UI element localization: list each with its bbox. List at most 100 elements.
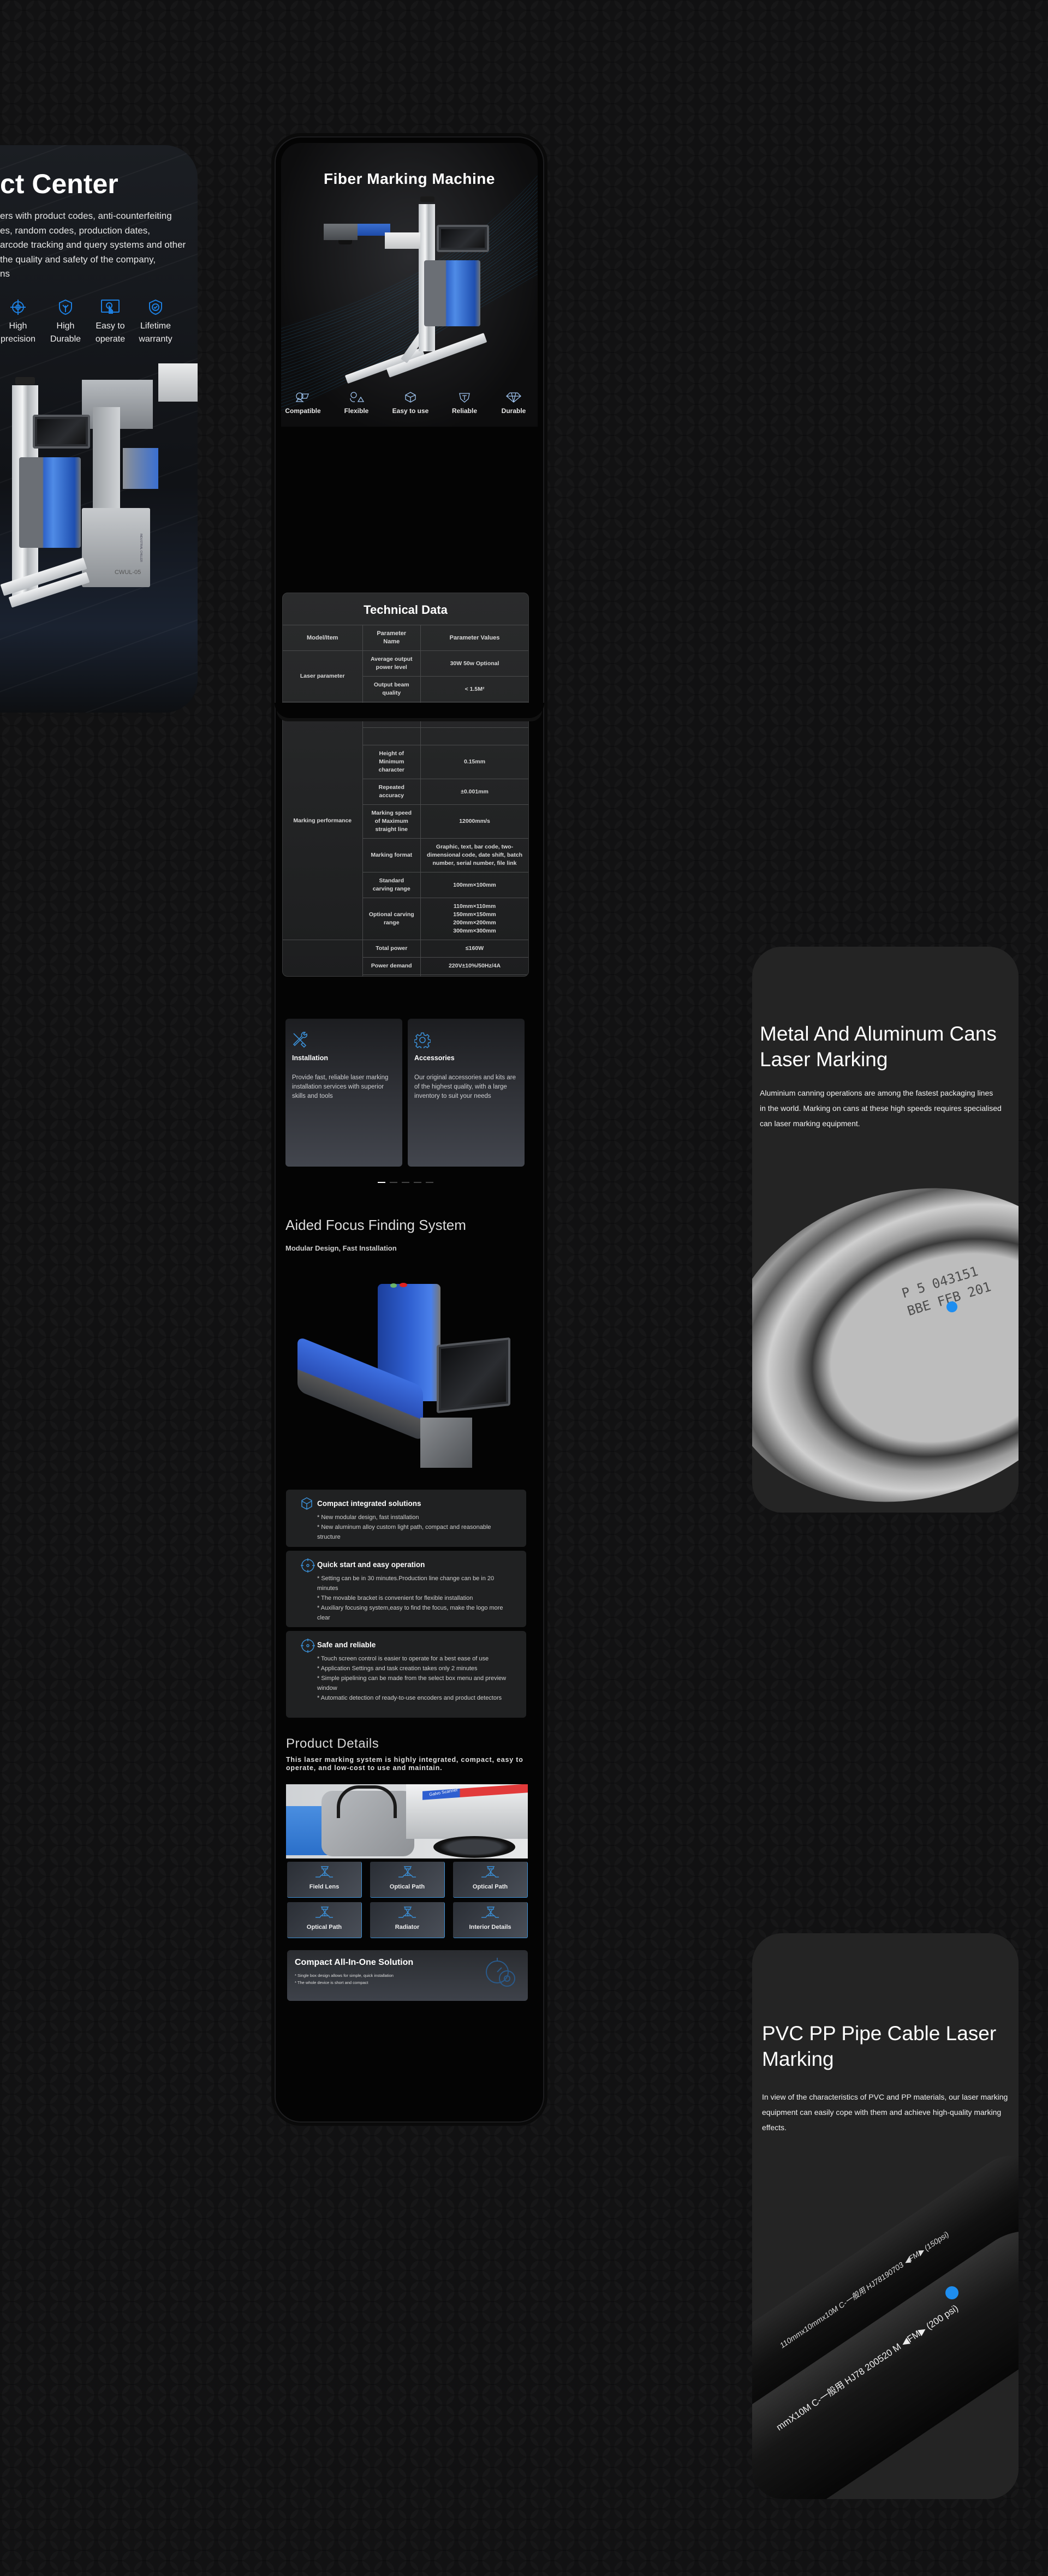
parameter-name-cell: Marking format [362, 838, 421, 872]
service-title: Accessories [414, 1054, 455, 1062]
hero-feature-compatible: Compatible [281, 392, 325, 416]
feature-card-safe: Safe and reliable * Touch screen control… [286, 1631, 526, 1718]
cube-icon [301, 1497, 312, 1510]
description-line: ers with product codes, anti-counterfeit… [0, 211, 172, 221]
details-description: This laser marking system is highly inte… [286, 1756, 523, 1772]
solution-title: Compact All-In-One Solution [295, 1958, 414, 1967]
cans-marking-card: Metal And Aluminum Cans Laser Marking Al… [752, 947, 1019, 1513]
wave-line [281, 270, 538, 408]
carousel-dot[interactable] [378, 1182, 385, 1183]
group-name-cell: Marking performance [283, 702, 363, 940]
card-title: Metal And Aluminum Cans Laser Marking [760, 1023, 997, 1071]
tile-label: Field Lens [309, 1884, 340, 1890]
cycle-shapes-icon [350, 392, 365, 402]
galvo-scanner-photo: Galvo Scanner [286, 1784, 528, 1858]
parameter-name-cell: Standard carving range [362, 872, 421, 898]
feature-title: Safe and reliable [317, 1641, 376, 1649]
tile-label: Optical Path [306, 1924, 342, 1930]
tile-label: Optical Path [472, 1884, 508, 1890]
carousel-pagination [378, 1182, 433, 1183]
solution-bullets: * Single box design allows for simple, q… [295, 1972, 394, 1986]
parameter-name-cell: Output beam quality [362, 676, 421, 702]
feature-bullet: * Simple pipelining can be made from the… [317, 1675, 507, 1692]
target-icon [301, 1639, 315, 1653]
chiller-side-label: INDUSTRIAL CHILLER [139, 533, 143, 563]
card-title: PVC PP Pipe Cable Laser Marking [762, 2022, 997, 2070]
parameter-name-cell: Marking speed of Maximum straight line [362, 804, 421, 839]
carousel-dot[interactable] [426, 1182, 433, 1183]
parameter-value-cell: 100mm×100mm [420, 872, 528, 898]
feature-bullet: * The movable bracket is convenient for … [317, 1595, 473, 1601]
service-card-installation[interactable]: Installation Provide fast, reliable lase… [285, 1019, 402, 1167]
crosshair-icon [10, 300, 26, 315]
product-center-card: ct Center ers with product codes, anti-c… [0, 145, 198, 713]
laser-beam-icon [315, 1906, 333, 1918]
hero-feature-reliable: Reliable [443, 392, 486, 416]
pipe-photo: 110mmx10mmx10M C-一般用 HJ78190703 ◀FM▶ (15… [752, 2155, 1019, 2499]
laser-beam-icon [398, 1866, 416, 1878]
group-name-cell: Laser parameter [283, 650, 363, 702]
gear-icon [414, 1032, 431, 1048]
chiller-model-label: CWUL-05 [115, 569, 141, 576]
parameter-name-cell: Cooling mode [362, 975, 421, 976]
carousel-dot[interactable] [402, 1182, 409, 1183]
wave-line [281, 207, 538, 355]
feature-bullet: * Setting can be in 30 minutes.Productio… [317, 1575, 495, 1592]
hero-feature-easy-to-use: Easy to use [389, 392, 432, 416]
feature-title: Quick start and easy operation [317, 1561, 425, 1569]
parameter-name-cell: Total power [362, 940, 421, 958]
hotspot-icon[interactable] [945, 2286, 958, 2299]
card-description: In view of the characteristics of PVC an… [762, 2093, 1008, 2132]
parameter-value-cell: ±0.001mm [420, 779, 528, 805]
parameter-value-cell: 0.15mm [420, 745, 528, 779]
detail-tile[interactable]: Radiator [370, 1902, 445, 1938]
detail-tile[interactable]: Optical Path [453, 1862, 528, 1898]
detail-tile[interactable]: Optical Path [287, 1902, 362, 1938]
feature-card-quick-start: Quick start and easy operation * Setting… [286, 1551, 526, 1627]
group-name-cell: Physical features [283, 940, 363, 976]
feature-bullet: * New aluminum alloy custom light path, … [317, 1524, 491, 1540]
detail-tile[interactable]: Optical Path [370, 1862, 445, 1898]
pipe-marking-card: PVC PP Pipe Cable Laser Marking In view … [752, 1933, 1019, 2499]
column-header: Parameter Values [420, 625, 528, 651]
hero-banner: Fiber Marking Machine [281, 143, 538, 427]
service-text: Our original accessories and kits are of… [414, 1074, 516, 1099]
service-card-accessories[interactable]: Accessories Our original accessories and… [408, 1019, 525, 1167]
laser-beam-icon [481, 1906, 499, 1918]
shield-branch-icon [59, 299, 72, 315]
service-text: Provide fast, reliable laser marking ins… [292, 1074, 389, 1099]
detail-tile[interactable]: Field Lens [287, 1862, 362, 1898]
technical-data-title: Technical Data [364, 603, 448, 617]
hotspot-icon[interactable] [946, 1301, 957, 1312]
card-description: ers with product codes, anti-counterfeit… [0, 209, 186, 282]
description-line: ns [0, 268, 10, 279]
target-icon [301, 1558, 315, 1573]
solution-bullet: * Single box design allows for simple, q… [295, 1973, 394, 1978]
solution-card: Compact All-In-One Solution * Single box… [287, 1950, 528, 2001]
column-header: Parameter Name [362, 625, 421, 651]
solution-bullet: * The whole device is short and compact [295, 1980, 368, 1985]
carousel-dot[interactable] [414, 1182, 421, 1183]
shield-t-icon [459, 393, 470, 403]
description-line: arcode tracking and query systems and ot… [0, 240, 186, 250]
wave-line [281, 183, 538, 336]
wave-line [281, 258, 538, 398]
parameter-name-cell: Optional carving range [362, 898, 421, 940]
hero-title: Fiber Marking Machine [324, 170, 495, 187]
parameter-name-cell: Power demand [362, 957, 421, 975]
description-line: es, random codes, production dates, [0, 225, 150, 236]
carousel-dot[interactable] [390, 1182, 397, 1183]
parameter-value-cell: 12000mm/s [420, 804, 528, 839]
tile-label: Interior Details [469, 1924, 511, 1930]
hero-feature-durable: Durable [492, 392, 535, 416]
can-photo: P 5 043151 BBE FEB 201 [752, 1170, 1019, 1513]
detail-tile[interactable]: Interior Details [453, 1902, 528, 1938]
phone-frame-divider [275, 703, 544, 718]
details-title: Product Details [286, 1736, 379, 1751]
parameter-value-cell: ≤160W [420, 940, 528, 958]
feature-high-precision: High precision [0, 299, 43, 346]
touch-screen-icon [101, 300, 120, 314]
laser-beam-icon [398, 1906, 416, 1918]
card-description: Aluminium canning operations are among t… [760, 1089, 1002, 1128]
tile-label: Radiator [395, 1924, 420, 1930]
